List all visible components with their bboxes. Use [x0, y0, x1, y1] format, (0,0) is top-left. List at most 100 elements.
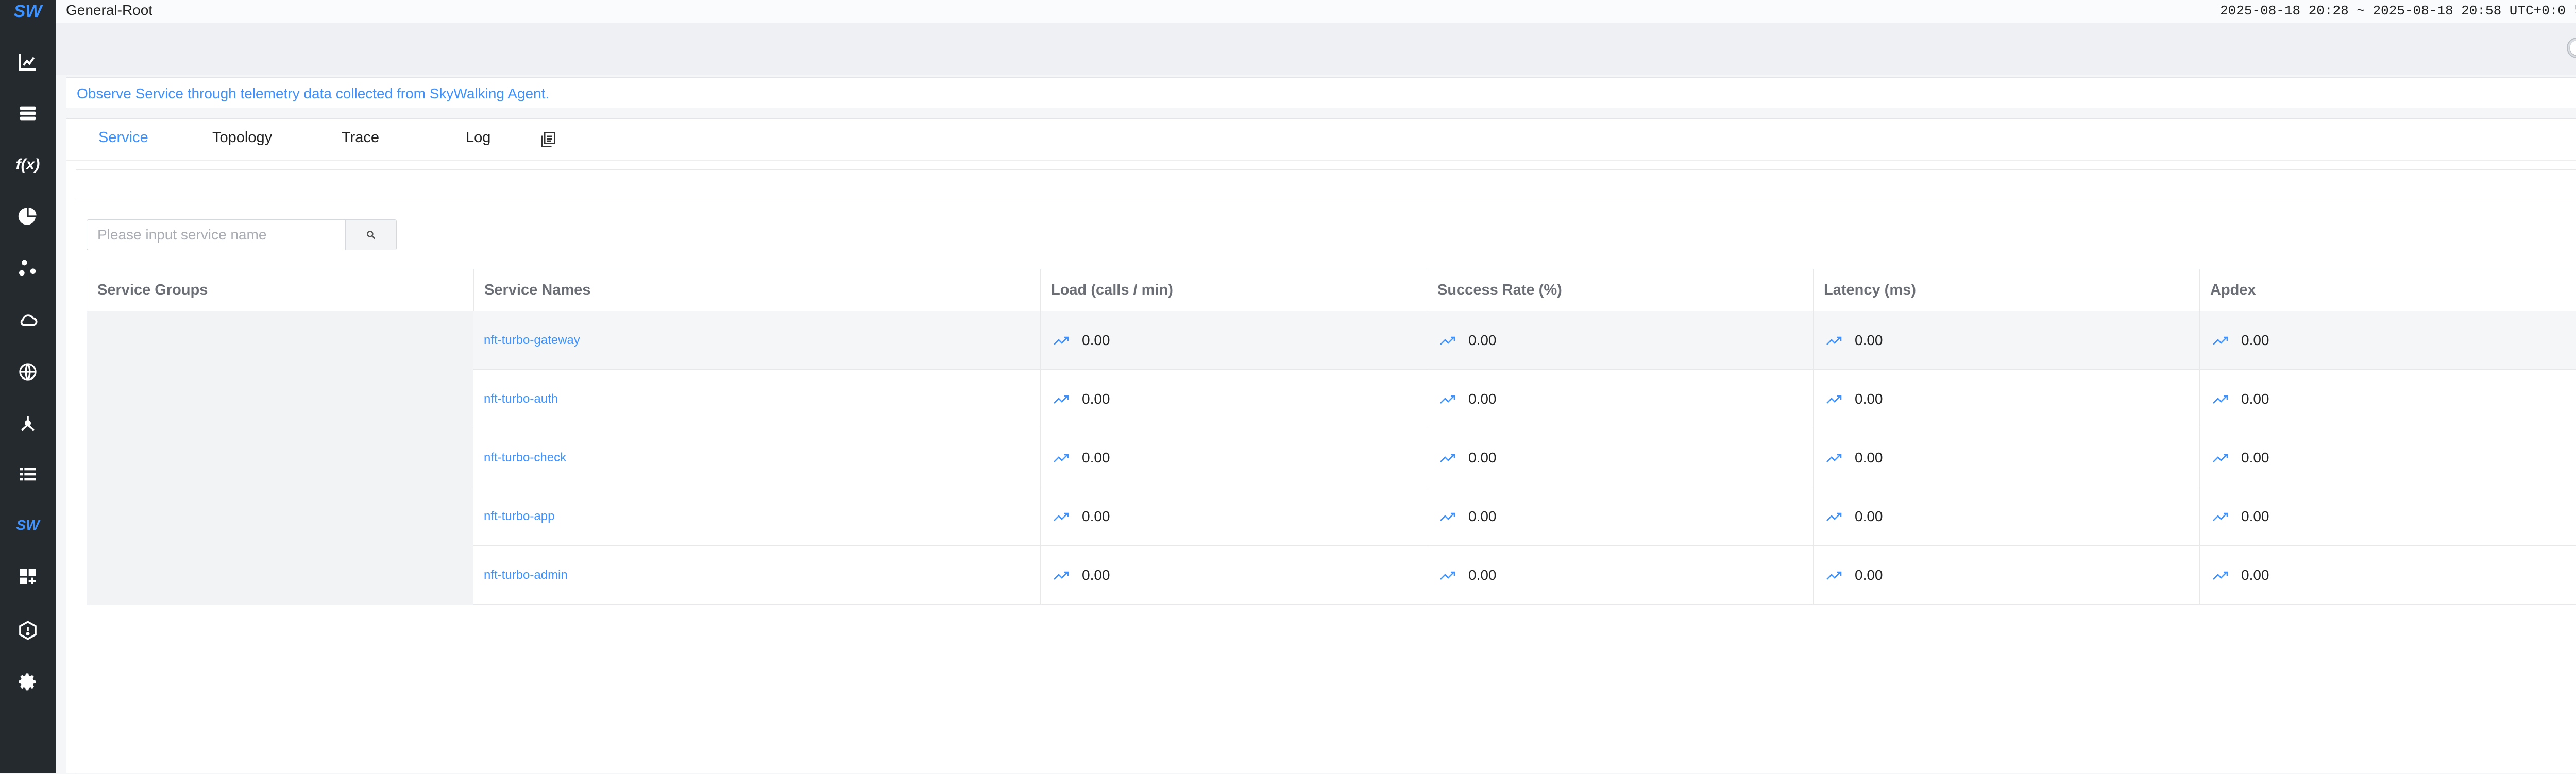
globe-icon[interactable] [11, 355, 44, 388]
latency-cell: 0.00 [1813, 487, 2199, 545]
latency-metric[interactable]: 0.00 [1814, 567, 1883, 583]
apdex-metric[interactable]: 0.00 [2200, 450, 2269, 466]
add-widget-icon[interactable] [11, 560, 44, 593]
trend-icon [1826, 512, 1842, 521]
load-metric[interactable]: 0.00 [1041, 391, 1110, 407]
cloud-icon[interactable] [11, 303, 44, 336]
apdex-value: 0.00 [2241, 566, 2269, 583]
apdex-metric[interactable]: 0.00 [2200, 332, 2269, 349]
apdex-metric[interactable]: 0.00 [2200, 391, 2269, 407]
latency-metric[interactable]: 0.00 [1814, 332, 1883, 349]
table-row[interactable]: nft-turbo-check 0.00 0.00 0.00 0.00 [473, 428, 2576, 487]
gear-icon[interactable] [11, 665, 44, 698]
edit-mode-toggle[interactable]: V [2567, 38, 2576, 58]
database-icon[interactable] [11, 97, 44, 130]
apdex-cell: 0.00 [2199, 487, 2576, 545]
info-banner: Observe Service through telemetry data c… [66, 77, 2576, 108]
latency-value: 0.00 [1855, 508, 1883, 524]
load-cell: 0.00 [1040, 546, 1427, 604]
apdex-metric[interactable]: 0.00 [2200, 567, 2269, 583]
trend-icon [1440, 571, 1455, 580]
trend-icon [1826, 454, 1842, 462]
page-title: General-Root [66, 2, 153, 18]
latency-value: 0.00 [1855, 449, 1883, 466]
load-value: 0.00 [1082, 508, 1110, 524]
refresh-icon[interactable] [2574, 3, 2576, 20]
table-row[interactable]: nft-turbo-admin 0.00 0.00 0.00 0.00 [473, 546, 2576, 605]
trend-icon [1826, 336, 1842, 345]
load-cell: 0.00 [1040, 428, 1427, 487]
hexagon-alert-icon[interactable] [11, 614, 44, 647]
apdex-metric[interactable]: 0.00 [2200, 508, 2269, 525]
mesh-icon[interactable] [11, 407, 44, 440]
copy-icon[interactable] [538, 130, 557, 149]
success-metric[interactable]: 0.00 [1427, 508, 1497, 525]
load-value: 0.00 [1082, 566, 1110, 583]
load-metric[interactable]: 0.00 [1041, 450, 1110, 466]
service-name-link[interactable]: nft-turbo-admin [473, 568, 568, 582]
load-metric[interactable]: 0.00 [1041, 332, 1110, 349]
success-metric[interactable]: 0.00 [1427, 332, 1497, 349]
success-value: 0.00 [1468, 449, 1497, 466]
nodes-icon[interactable] [11, 251, 44, 284]
service-name-link[interactable]: nft-turbo-auth [473, 392, 558, 406]
pie-chart-icon[interactable] [11, 200, 44, 233]
tab-trace[interactable]: Trace [342, 129, 379, 146]
column-header: Latency (ms) [1813, 269, 2199, 311]
service-name-link[interactable]: nft-turbo-app [473, 509, 554, 524]
trend-icon [1826, 571, 1842, 580]
latency-value: 0.00 [1855, 332, 1883, 348]
time-range[interactable]: 2025-08-18 20:28 ~ 2025-08-18 20:58 UTC+… [2220, 3, 2566, 19]
latency-value: 0.00 [1855, 390, 1883, 407]
success-cell: 0.00 [1427, 370, 1813, 428]
service-name-link[interactable]: nft-turbo-check [473, 451, 566, 465]
apdex-value: 0.00 [2241, 508, 2269, 524]
dashboard-toolbar: V [56, 23, 2576, 75]
trend-icon [1440, 395, 1455, 404]
skywalking-logo[interactable]: SW [0, 0, 56, 23]
success-cell: 0.00 [1427, 546, 1813, 604]
search-button[interactable] [345, 220, 396, 250]
service-name-link[interactable]: nft-turbo-gateway [473, 333, 580, 348]
latency-metric[interactable]: 0.00 [1814, 508, 1883, 525]
tab-topology[interactable]: Topology [212, 129, 272, 146]
success-cell: 0.00 [1427, 311, 1813, 369]
service-table: Service Groups Service Names Load (calls… [87, 269, 2576, 605]
apdex-value: 0.00 [2241, 332, 2269, 348]
list-icon[interactable] [11, 457, 44, 490]
service-panel: Service Groups Service Names Load (calls… [76, 169, 2576, 774]
toggle-knob [2570, 41, 2576, 55]
tab-service[interactable]: Service [98, 129, 148, 146]
chart-icon[interactable] [11, 45, 44, 78]
success-metric[interactable]: 0.00 [1427, 450, 1497, 466]
table-header: Service Groups Service Names Load (calls… [87, 269, 2576, 311]
column-header: Apdex [2199, 269, 2576, 311]
trend-icon [2213, 571, 2228, 580]
latency-metric[interactable]: 0.00 [1814, 450, 1883, 466]
success-metric[interactable]: 0.00 [1427, 391, 1497, 407]
search-input[interactable] [87, 220, 345, 250]
success-metric[interactable]: 0.00 [1427, 567, 1497, 583]
time-range-value: 2025-08-18 20:28 ~ 2025-08-18 20:58 [2220, 3, 2502, 19]
load-metric[interactable]: 0.00 [1041, 508, 1110, 525]
trend-icon [1054, 454, 1069, 462]
service-name-cell: nft-turbo-admin [473, 546, 1040, 604]
latency-cell: 0.00 [1813, 428, 2199, 487]
tab-log[interactable]: Log [466, 129, 490, 146]
trend-icon [2213, 454, 2228, 462]
latency-metric[interactable]: 0.00 [1814, 391, 1883, 407]
apdex-value: 0.00 [2241, 390, 2269, 407]
apdex-cell: 0.00 [2199, 370, 2576, 428]
trend-icon [2213, 336, 2228, 345]
table-row[interactable]: nft-turbo-auth 0.00 0.00 0.00 0.00 [473, 370, 2576, 428]
latency-value: 0.00 [1855, 566, 1883, 583]
trend-icon [1054, 395, 1069, 404]
table-row[interactable]: nft-turbo-gateway 0.00 0.00 0.00 0.00 [473, 311, 2576, 370]
load-value: 0.00 [1082, 449, 1110, 466]
function-icon[interactable]: f(x) [11, 148, 44, 181]
table-row[interactable]: nft-turbo-app 0.00 0.00 0.00 0.00 [473, 487, 2576, 546]
skywalking-icon[interactable]: SW [11, 509, 44, 542]
column-header: Service Groups [97, 282, 208, 298]
load-metric[interactable]: 0.00 [1041, 567, 1110, 583]
latency-cell: 0.00 [1813, 370, 2199, 428]
